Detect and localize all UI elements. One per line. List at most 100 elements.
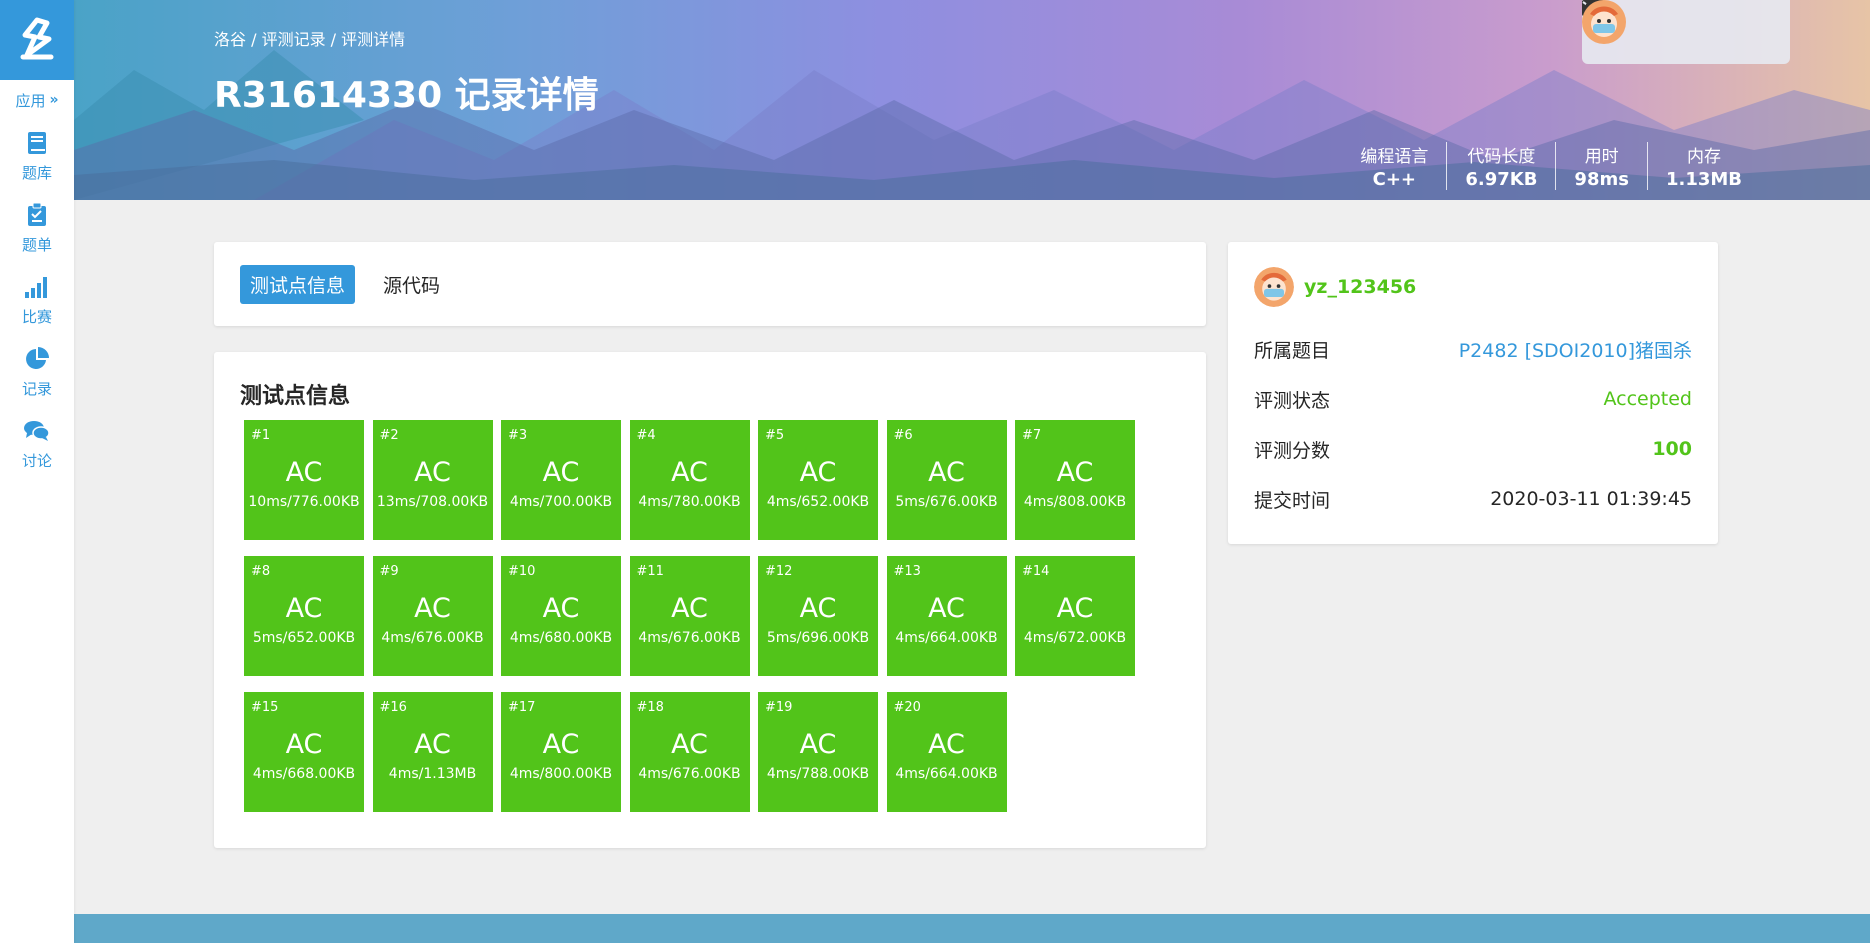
- testcase[interactable]: #12 AC 5ms/696.00KB: [758, 556, 878, 676]
- testcase-number: #7: [1022, 428, 1042, 443]
- comments-icon: [24, 418, 50, 444]
- testcase-status: AC: [414, 592, 451, 624]
- testcase-status: AC: [671, 728, 708, 760]
- testcase-number: #14: [1022, 564, 1050, 579]
- page-title: R31614330 记录详情: [214, 75, 599, 116]
- bar-chart-icon: [24, 274, 50, 300]
- testcase[interactable]: #4 AC 4ms/780.00KB: [629, 420, 750, 540]
- breadcrumb-home[interactable]: 洛谷: [214, 30, 246, 49]
- testcases-title: 测试点信息: [240, 384, 351, 409]
- testcase[interactable]: #18 AC 4ms/676.00KB: [629, 692, 750, 812]
- testcase[interactable]: #11 AC 4ms/676.00KB: [629, 556, 750, 676]
- sidebar-item-problems[interactable]: 题库: [0, 120, 74, 192]
- stat-time: 用时 98ms: [1555, 142, 1647, 190]
- pie-chart-icon: [24, 346, 50, 372]
- luogu-logo[interactable]: [0, 0, 74, 80]
- testcase-status: AC: [1056, 456, 1094, 488]
- testcase-number: #2: [379, 428, 399, 443]
- breadcrumb-separator: /: [246, 30, 262, 49]
- book-icon: [24, 130, 50, 156]
- testcase-status: AC: [928, 728, 965, 760]
- testcase-number: #19: [765, 700, 793, 715]
- status-value: Accepted: [1603, 388, 1692, 410]
- stat-label: 内存: [1686, 147, 1721, 167]
- testcase-info: 4ms/652.00KB: [766, 493, 870, 510]
- header-banner: 洛谷 / 评测记录 / 评测详情 R31614330 记录详情 编程语言 C++…: [74, 0, 1870, 200]
- sidebar-item-records[interactable]: 记录: [0, 336, 74, 408]
- submitter: yz_123456: [1254, 266, 1692, 308]
- testcase[interactable]: #8 AC 5ms/652.00KB: [244, 556, 364, 676]
- testcase-info: 4ms/780.00KB: [638, 493, 741, 510]
- testcase-info: 4ms/664.00KB: [895, 629, 998, 646]
- sidebar-item-label: 记录: [21, 379, 52, 398]
- testcase[interactable]: #16 AC 4ms/1.13MB: [372, 692, 493, 812]
- testcases-card: 测试点信息 #1 AC 10ms/776.00KB #2 AC 13ms/708.00K…: [214, 352, 1206, 848]
- submitter-avatar[interactable]: [1254, 267, 1294, 307]
- testcase-status: AC: [285, 592, 323, 624]
- info-row-score: 评测分数 100: [1254, 424, 1692, 474]
- testcase[interactable]: #15 AC 4ms/668.00KB: [244, 692, 364, 812]
- tab-source-code[interactable]: 源代码: [373, 265, 450, 304]
- submitter-name[interactable]: yz_123456: [1304, 276, 1416, 298]
- testcase-status: AC: [285, 728, 323, 760]
- testcase[interactable]: #1 AC 10ms/776.00KB: [244, 420, 364, 540]
- sidebar-item-label: 题库: [21, 163, 52, 182]
- testcase[interactable]: #13 AC 4ms/664.00KB: [886, 556, 1007, 676]
- breadcrumb-records[interactable]: 评测记录: [262, 30, 326, 49]
- testcase-status: AC: [928, 592, 965, 624]
- sidebar-item-contests[interactable]: 比赛: [0, 264, 74, 336]
- stat-label: 用时: [1584, 147, 1619, 167]
- testcase-info: 5ms/696.00KB: [766, 629, 870, 646]
- sidebar-item-label: 讨论: [21, 451, 52, 470]
- testcase-status: AC: [285, 456, 323, 488]
- testcase[interactable]: #10 AC 4ms/680.00KB: [501, 556, 621, 676]
- testcase-status: AC: [928, 456, 965, 488]
- info-label: 提交时间: [1254, 489, 1331, 512]
- testcase-number: #8: [251, 564, 271, 579]
- user-toolbar: [1582, 0, 1790, 64]
- breadcrumb-current: 评测详情: [341, 30, 406, 49]
- testcase-status: AC: [542, 456, 580, 488]
- info-row-status: 评测状态 Accepted: [1254, 374, 1692, 424]
- testcase-info: 4ms/700.00KB: [509, 493, 613, 510]
- testcase[interactable]: #6 AC 5ms/676.00KB: [886, 420, 1007, 540]
- avatar[interactable]: [1582, 0, 1768, 54]
- sidebar-item-training[interactable]: 题单: [0, 192, 74, 264]
- score-value: 100: [1652, 438, 1692, 460]
- stat-label: 编程语言: [1360, 147, 1429, 167]
- testcase[interactable]: #19 AC 4ms/788.00KB: [758, 692, 878, 812]
- testcase-number: #12: [765, 564, 793, 579]
- submit-time-value: 2020-03-11 01:39:45: [1490, 488, 1692, 510]
- tab-testcases[interactable]: 测试点信息: [240, 264, 356, 304]
- stat-language: 编程语言 C++: [1342, 142, 1446, 190]
- clipboard-icon: [24, 202, 50, 228]
- testcase-status: AC: [671, 456, 708, 488]
- testcase-info: 4ms/680.00KB: [509, 629, 613, 646]
- testcase-number: #18: [636, 700, 664, 715]
- testcase[interactable]: #9 AC 4ms/676.00KB: [372, 556, 493, 676]
- testcase-status: AC: [799, 728, 837, 760]
- testcase[interactable]: #5 AC 4ms/652.00KB: [758, 420, 878, 540]
- bell-icon[interactable]: [1583, 1, 1708, 44]
- problem-link[interactable]: P2482 [SDOI2010]猪国杀: [1459, 336, 1692, 363]
- stat-value: C++: [1372, 169, 1417, 190]
- testcase-status: AC: [799, 456, 837, 488]
- testcase[interactable]: #7 AC 4ms/808.00KB: [1015, 420, 1135, 540]
- testcase-number: #6: [893, 428, 913, 443]
- sidebar-item-label: 比赛: [21, 307, 52, 326]
- testcase[interactable]: #20 AC 4ms/664.00KB: [886, 692, 1007, 812]
- testcase-info: 4ms/800.00KB: [509, 765, 613, 782]
- testcase-number: #17: [508, 700, 536, 715]
- testcase[interactable]: #17 AC 4ms/800.00KB: [501, 692, 621, 812]
- testcase-number: #11: [636, 564, 664, 579]
- testcase[interactable]: #3 AC 4ms/700.00KB: [501, 420, 621, 540]
- apps-toggle[interactable]: 应用 »: [0, 80, 74, 120]
- mail-icon[interactable]: [1582, 0, 1668, 44]
- stat-value: 98ms: [1574, 169, 1629, 190]
- testcase[interactable]: #2 AC 13ms/708.00KB: [372, 420, 493, 540]
- stat-memory: 内存 1.13MB: [1646, 142, 1760, 190]
- apps-label: 应用: [15, 91, 46, 110]
- testcase[interactable]: #14 AC 4ms/672.00KB: [1015, 556, 1135, 676]
- testcase-number: #20: [893, 700, 921, 715]
- sidebar-item-discuss[interactable]: 讨论: [0, 408, 74, 480]
